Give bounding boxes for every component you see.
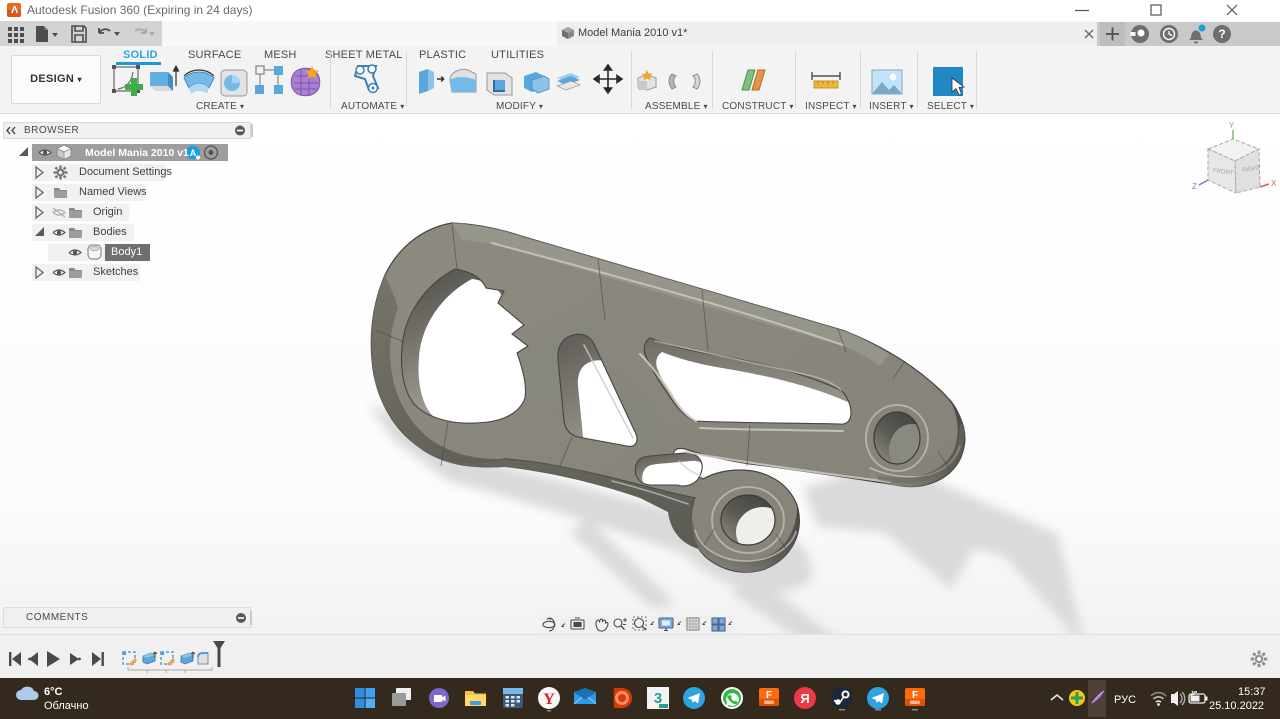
svg-text:Я: Я — [800, 691, 809, 706]
svg-text:A: A — [190, 148, 197, 158]
svg-text:?: ? — [1218, 27, 1225, 41]
svg-text:Y: Y — [1229, 121, 1235, 130]
svg-text:Z: Z — [1192, 182, 1197, 191]
svg-text:F: F — [766, 690, 772, 701]
svg-text:Облачно: Облачно — [44, 700, 89, 712]
svg-text:РУС: РУС — [1114, 694, 1136, 706]
svg-text:6°C: 6°C — [44, 686, 63, 698]
svg-text:Y: Y — [543, 691, 555, 708]
svg-text:X: X — [1271, 179, 1277, 188]
